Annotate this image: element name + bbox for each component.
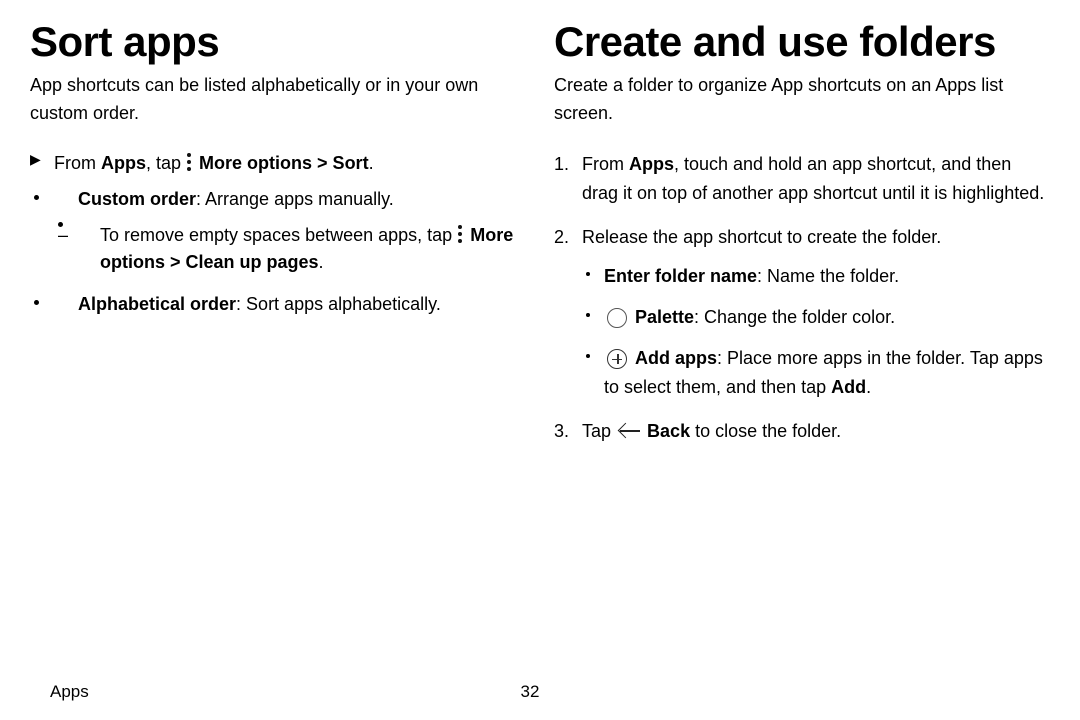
plus-circle-icon xyxy=(607,349,627,369)
footer-spacer xyxy=(703,682,1050,702)
text: Release the app shortcut to create the f… xyxy=(582,227,941,247)
item-alphabetical-order: Alphabetical order: Sort apps alphabetic… xyxy=(78,291,526,319)
text: From xyxy=(582,154,629,174)
palette-icon xyxy=(607,308,627,328)
bullet-icon xyxy=(586,313,590,317)
back-arrow-icon xyxy=(618,422,640,440)
text: From xyxy=(54,153,101,173)
label-more-options: More options xyxy=(199,153,312,173)
step-3: Tap Back to close the folder. xyxy=(582,417,1050,446)
manual-page: Sort apps App shortcuts can be listed al… xyxy=(0,0,1080,720)
label-alphabetical-order: Alphabetical order xyxy=(78,294,236,314)
text: : Sort apps alphabetically. xyxy=(236,294,441,314)
more-options-icon xyxy=(187,153,191,171)
label-apps: Apps xyxy=(101,153,146,173)
text: . xyxy=(319,252,324,272)
instruction-from-apps: ▶ From Apps, tap More options > Sort. Cu… xyxy=(54,150,526,319)
label-cleanup-path: > Clean up pages xyxy=(165,252,319,272)
text: Tap xyxy=(582,421,616,441)
step-1: From Apps, touch and hold an app shortcu… xyxy=(582,150,1050,208)
footer-section-name: Apps xyxy=(30,682,397,702)
label-add: Add xyxy=(831,377,866,397)
label-sort-path: > Sort xyxy=(312,153,369,173)
text: To remove empty spaces between apps, tap xyxy=(100,225,457,245)
text: to close the folder. xyxy=(690,421,841,441)
bullet-icon xyxy=(586,272,590,276)
intro-sort-apps: App shortcuts can be listed alphabetical… xyxy=(30,72,526,128)
intro-create-folders: Create a folder to organize App shortcut… xyxy=(554,72,1050,128)
heading-sort-apps: Sort apps xyxy=(30,18,526,66)
steps-list: From Apps, touch and hold an app shortcu… xyxy=(554,150,1050,446)
two-column-layout: Sort apps App shortcuts can be listed al… xyxy=(30,18,1050,462)
text: . xyxy=(369,153,374,173)
text: : Name the folder. xyxy=(757,266,899,286)
item-custom-order: Custom order: Arrange apps manually. – T… xyxy=(78,186,526,278)
more-options-icon xyxy=(458,225,462,243)
item-palette: Palette: Change the folder color. xyxy=(604,303,1050,332)
label-enter-folder-name: Enter folder name xyxy=(604,266,757,286)
bullet-icon xyxy=(34,195,39,200)
bullet-icon xyxy=(34,300,39,305)
label-back: Back xyxy=(647,421,690,441)
text: : Change the folder color. xyxy=(694,307,895,327)
bullet-icon xyxy=(586,354,590,358)
left-column: Sort apps App shortcuts can be listed al… xyxy=(30,18,526,462)
page-footer: Apps 32 xyxy=(0,682,1080,702)
heading-create-folders: Create and use folders xyxy=(554,18,1050,66)
step-2: Release the app shortcut to create the f… xyxy=(582,223,1050,401)
label-custom-order: Custom order xyxy=(78,189,196,209)
play-icon: ▶ xyxy=(30,149,41,171)
dash-icon: – xyxy=(58,222,63,227)
text: . xyxy=(866,377,871,397)
right-column: Create and use folders Create a folder t… xyxy=(554,18,1050,462)
label-palette: Palette xyxy=(635,307,694,327)
item-enter-folder-name: Enter folder name: Name the folder. xyxy=(604,262,1050,291)
text: : Arrange apps manually. xyxy=(196,189,394,209)
item-clean-up-pages: – To remove empty spaces between apps, t… xyxy=(100,222,526,278)
label-add-apps: Add apps xyxy=(635,348,717,368)
footer-page-number: 32 xyxy=(357,682,704,702)
text: , tap xyxy=(146,153,186,173)
label-apps: Apps xyxy=(629,154,674,174)
item-add-apps: Add apps: Place more apps in the folder.… xyxy=(604,344,1050,402)
